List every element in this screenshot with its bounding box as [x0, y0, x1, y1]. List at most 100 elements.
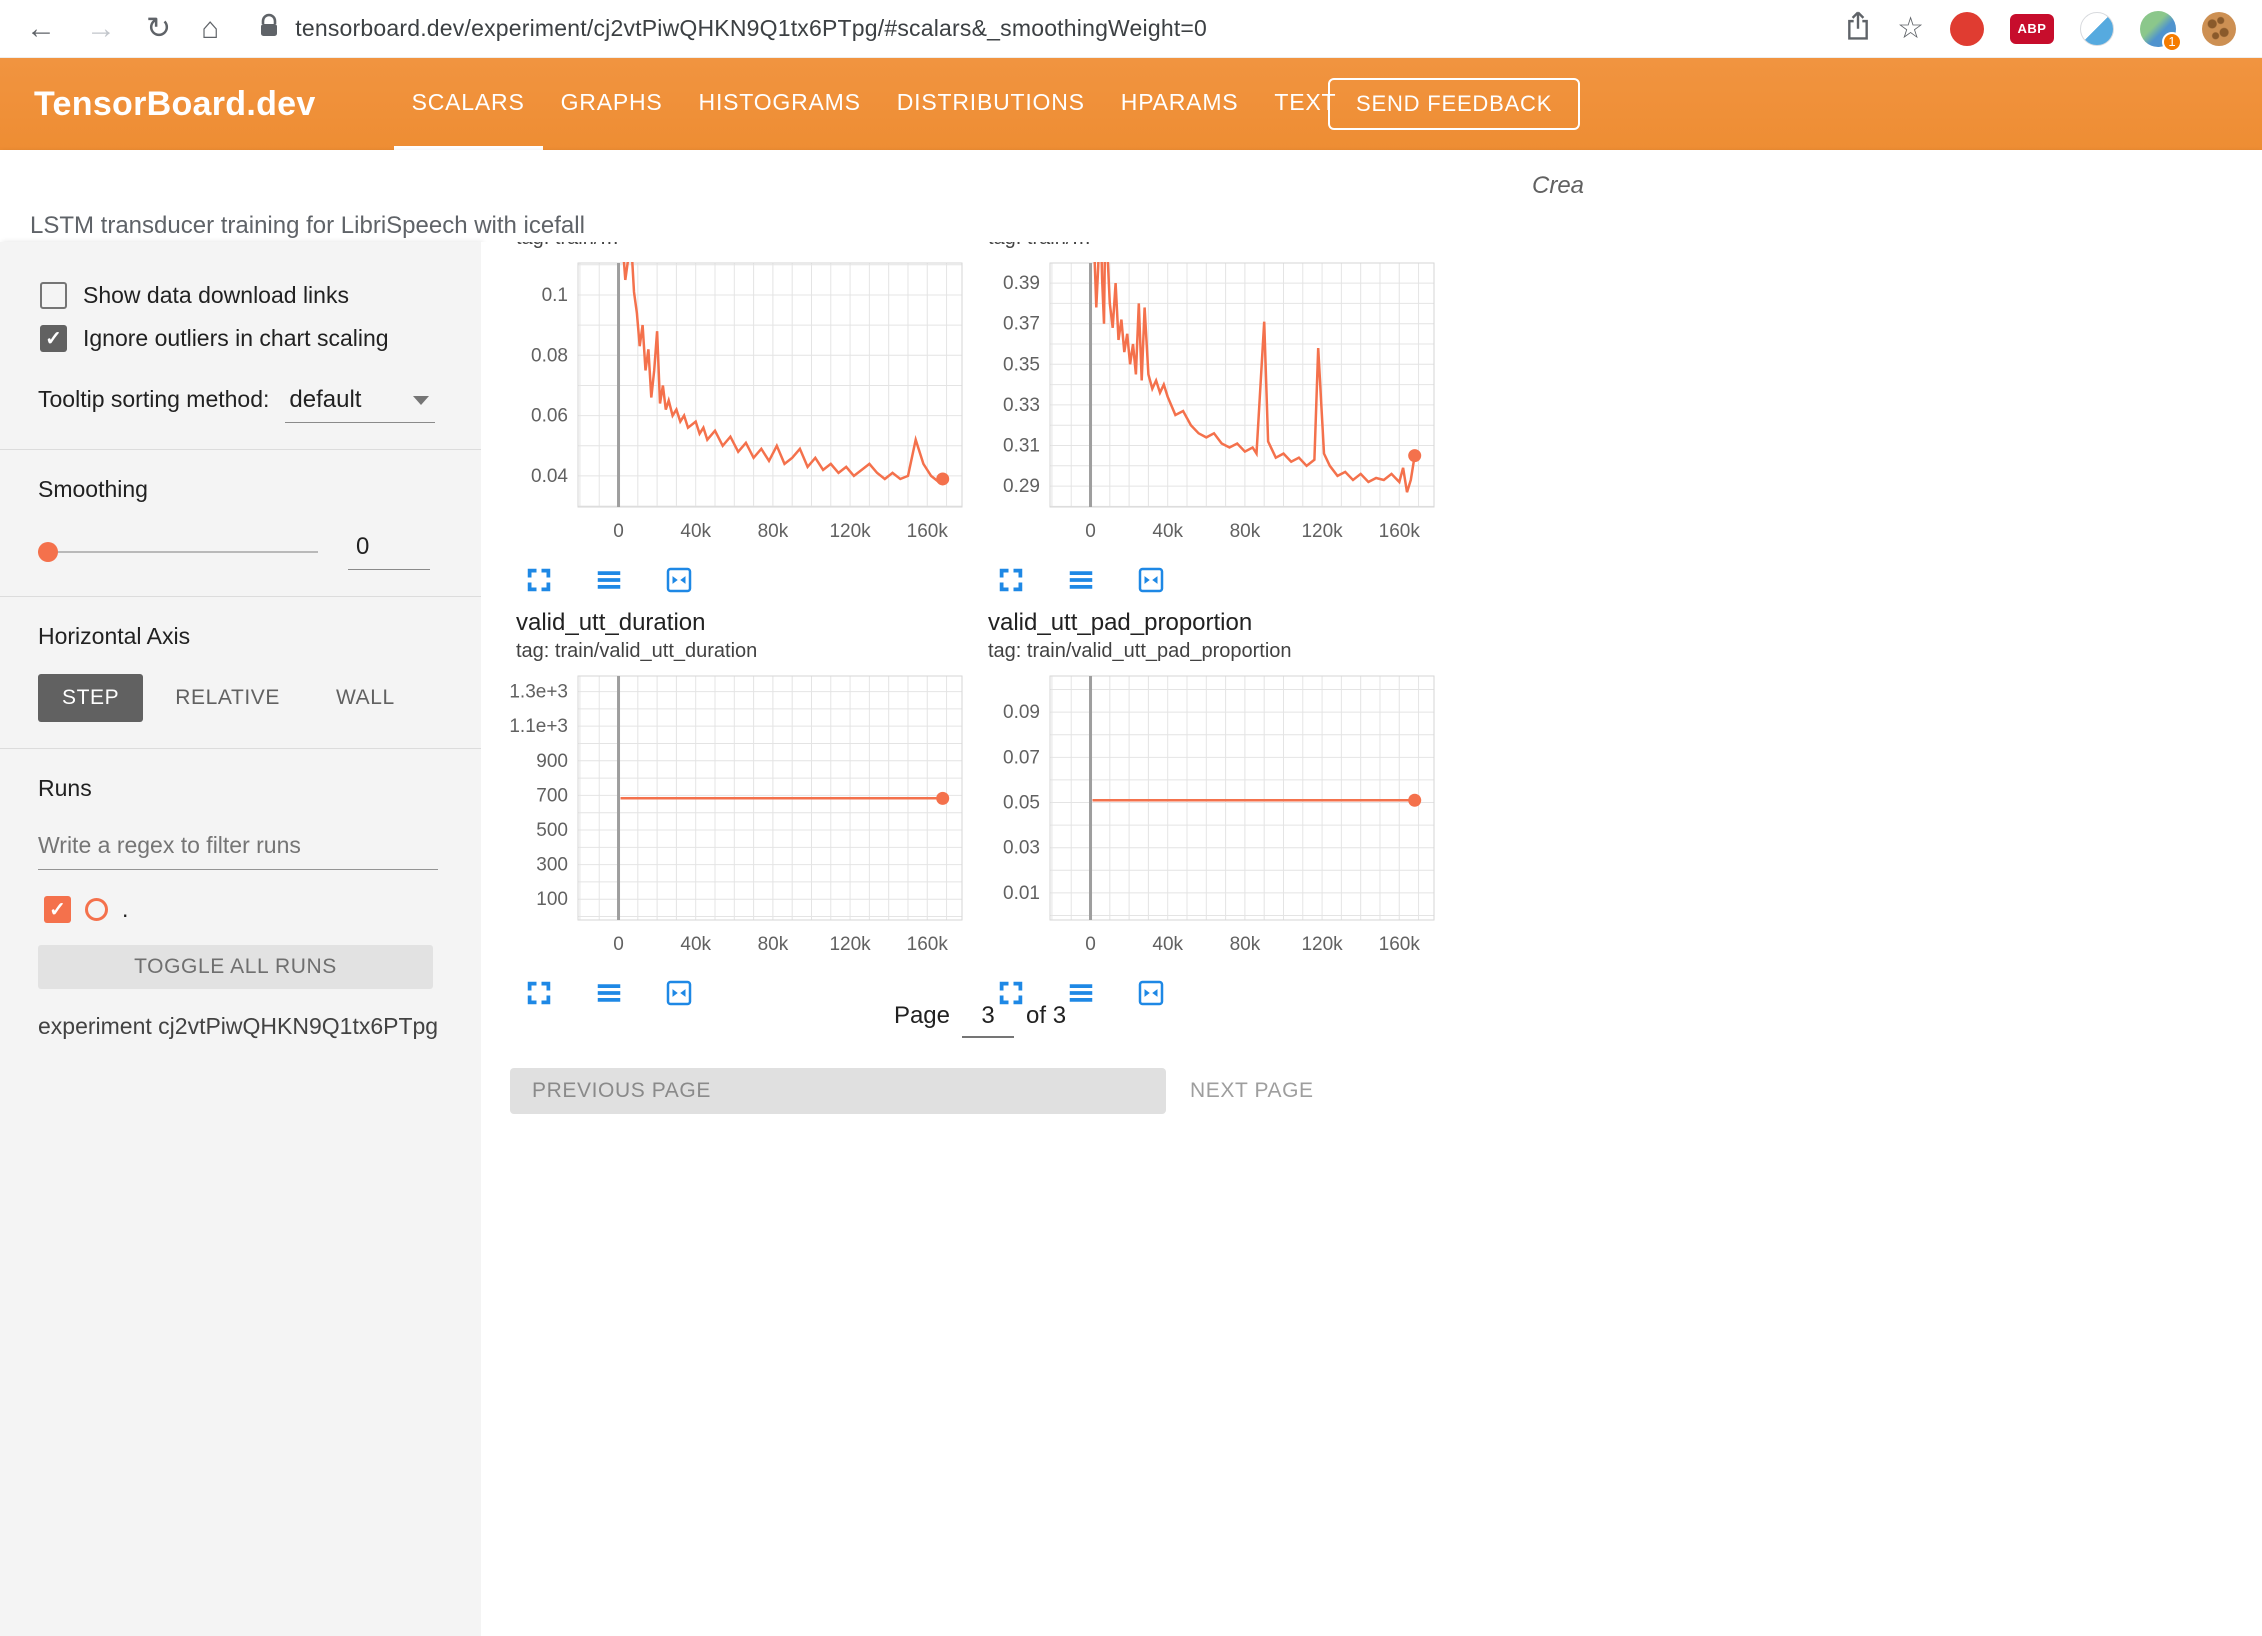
svg-text:900: 900 — [536, 751, 568, 772]
tooltip-sorting-dropdown[interactable]: default — [285, 386, 435, 423]
svg-text:0.01: 0.01 — [1003, 883, 1040, 904]
page-label: Page — [894, 1002, 950, 1030]
line-chart[interactable]: 040k80k120k160k0.010.030.050.070.09 — [982, 670, 1442, 970]
clipped-created-text: Crea — [1532, 172, 1584, 200]
fit-domain-button[interactable] — [1136, 565, 1166, 595]
svg-text:700: 700 — [536, 785, 568, 806]
horizontal-axis-label: Horizontal Axis — [38, 623, 481, 650]
slider-thumb[interactable] — [38, 542, 58, 562]
chart-card: tag: train/… 040k80k120k160k0.290.310.33… — [982, 242, 1442, 595]
svg-text:0.06: 0.06 — [531, 406, 568, 427]
previous-page-button[interactable]: PREVIOUS PAGE — [510, 1068, 1166, 1114]
toggle-all-runs-button[interactable]: TOGGLE ALL RUNS — [38, 945, 433, 989]
cookie-icon[interactable] — [2202, 12, 2236, 46]
toggle-y-axis-button[interactable] — [1066, 565, 1096, 595]
line-chart[interactable]: 040k80k120k160k1003005007009001.1e+31.3e… — [510, 670, 970, 970]
svg-text:0.39: 0.39 — [1003, 273, 1040, 294]
svg-text:160k: 160k — [907, 934, 949, 955]
axis-step-button[interactable]: STEP — [38, 674, 143, 722]
nav-tabs: SCALARS GRAPHS HISTOGRAMS DISTRIBUTIONS … — [394, 58, 1355, 150]
svg-text:0.04: 0.04 — [531, 466, 568, 487]
svg-text:0: 0 — [1085, 521, 1096, 542]
svg-text:0.31: 0.31 — [1003, 435, 1040, 456]
bookmark-star-icon[interactable]: ☆ — [1897, 14, 1924, 44]
page: ← → ↻ ⌂ tensorboard.dev/experiment/cj2vt… — [0, 0, 2262, 1636]
settings-sidebar: Show data download links ✓ Ignore outlie… — [0, 242, 481, 1636]
extension-icon[interactable] — [2080, 12, 2114, 46]
axis-relative-button[interactable]: RELATIVE — [151, 674, 304, 722]
svg-text:300: 300 — [536, 855, 568, 876]
svg-text:120k: 120k — [1301, 934, 1343, 955]
address-bar[interactable]: tensorboard.dev/experiment/cj2vtPiwQHKN9… — [259, 13, 1805, 44]
home-icon[interactable]: ⌂ — [201, 14, 219, 44]
svg-text:40k: 40k — [680, 934, 711, 955]
smoothing-row: 0 — [38, 533, 481, 570]
tab-histograms[interactable]: HISTOGRAMS — [681, 58, 879, 150]
back-icon[interactable]: ← — [26, 14, 56, 44]
runs-filter-input[interactable] — [38, 824, 438, 870]
chart-tag: tag: train/valid_utt_duration — [516, 638, 970, 664]
abp-extension-icon[interactable]: ABP — [2010, 14, 2054, 44]
next-page-button[interactable]: NEXT PAGE — [1190, 1068, 1314, 1114]
tab-graphs[interactable]: GRAPHS — [543, 58, 681, 150]
tab-hparams[interactable]: HPARAMS — [1103, 58, 1257, 150]
svg-text:100: 100 — [536, 889, 568, 910]
chart-card: valid_utt_duration tag: train/valid_utt_… — [510, 608, 970, 1008]
svg-text:40k: 40k — [1152, 521, 1183, 542]
svg-text:0: 0 — [613, 934, 624, 955]
checkbox-label: Ignore outliers in chart scaling — [83, 325, 389, 352]
svg-text:80k: 80k — [758, 521, 789, 542]
chart-header-clipped: tag: train/… — [988, 242, 1442, 257]
smoothing-value-input[interactable]: 0 — [348, 533, 430, 570]
divider — [0, 596, 481, 597]
run-label: . — [122, 896, 128, 923]
svg-text:80k: 80k — [1230, 521, 1261, 542]
reload-icon[interactable]: ↻ — [146, 14, 171, 44]
runs-label: Runs — [38, 775, 481, 802]
chart-card: valid_utt_pad_proportion tag: train/vali… — [982, 608, 1442, 1008]
browser-toolbar: ← → ↻ ⌂ tensorboard.dev/experiment/cj2vt… — [0, 0, 2262, 58]
chart-header: valid_utt_duration tag: train/valid_utt_… — [516, 608, 970, 664]
page-total-label: of 3 — [1026, 1002, 1066, 1030]
share-icon[interactable] — [1845, 10, 1871, 47]
line-chart[interactable]: 040k80k120k160k0.290.310.330.350.370.39 — [982, 257, 1442, 557]
page-number-input[interactable]: 3 — [962, 1002, 1014, 1038]
svg-text:160k: 160k — [1379, 521, 1421, 542]
profile-avatar[interactable]: 1 — [2140, 11, 2176, 47]
tab-distributions[interactable]: DISTRIBUTIONS — [879, 58, 1103, 150]
chart-actions — [510, 565, 970, 595]
svg-text:0: 0 — [613, 521, 624, 542]
url-text[interactable]: tensorboard.dev/experiment/cj2vtPiwQHKN9… — [295, 15, 1207, 42]
expand-chart-button[interactable] — [524, 565, 554, 595]
adblock-extension-icon[interactable] — [1950, 12, 1984, 46]
svg-text:160k: 160k — [1379, 934, 1421, 955]
expand-chart-button[interactable] — [996, 565, 1026, 595]
charts-panel: tag: train/… 040k80k120k160k0.040.060.08… — [481, 242, 2262, 1636]
svg-text:0.09: 0.09 — [1003, 702, 1040, 723]
show-download-links-checkbox[interactable]: Show data download links — [40, 282, 481, 309]
axis-wall-button[interactable]: WALL — [312, 674, 419, 722]
svg-text:40k: 40k — [1152, 934, 1183, 955]
send-feedback-button[interactable]: SEND FEEDBACK — [1328, 78, 1580, 130]
fit-domain-button[interactable] — [664, 565, 694, 595]
run-checkbox[interactable]: ✓ — [44, 896, 71, 923]
svg-text:0.29: 0.29 — [1003, 476, 1040, 497]
toggle-y-axis-button[interactable] — [594, 565, 624, 595]
tooltip-sorting-label: Tooltip sorting method: — [38, 386, 269, 413]
svg-text:120k: 120k — [1301, 521, 1343, 542]
forward-icon[interactable]: → — [86, 14, 116, 44]
run-row[interactable]: ✓ . — [44, 896, 481, 923]
checkbox-checked-icon: ✓ — [40, 325, 67, 352]
experiment-name: experiment cj2vtPiwQHKN9Q1tx6PTpg — [38, 1013, 481, 1040]
app-header: TensorBoard.dev SCALARS GRAPHS HISTOGRAM… — [0, 58, 2262, 150]
smoothing-slider[interactable] — [38, 541, 318, 563]
ignore-outliers-checkbox[interactable]: ✓ Ignore outliers in chart scaling — [40, 325, 481, 352]
svg-text:0.35: 0.35 — [1003, 354, 1040, 375]
brand-logo[interactable]: TensorBoard.dev — [34, 85, 316, 124]
line-chart[interactable]: 040k80k120k160k0.040.060.080.1 — [510, 257, 970, 557]
smoothing-label: Smoothing — [38, 476, 481, 503]
tab-scalars[interactable]: SCALARS — [394, 58, 543, 150]
svg-text:160k: 160k — [907, 521, 949, 542]
lock-icon[interactable] — [259, 13, 279, 44]
chart-tag: tag: train/… — [988, 242, 1442, 251]
